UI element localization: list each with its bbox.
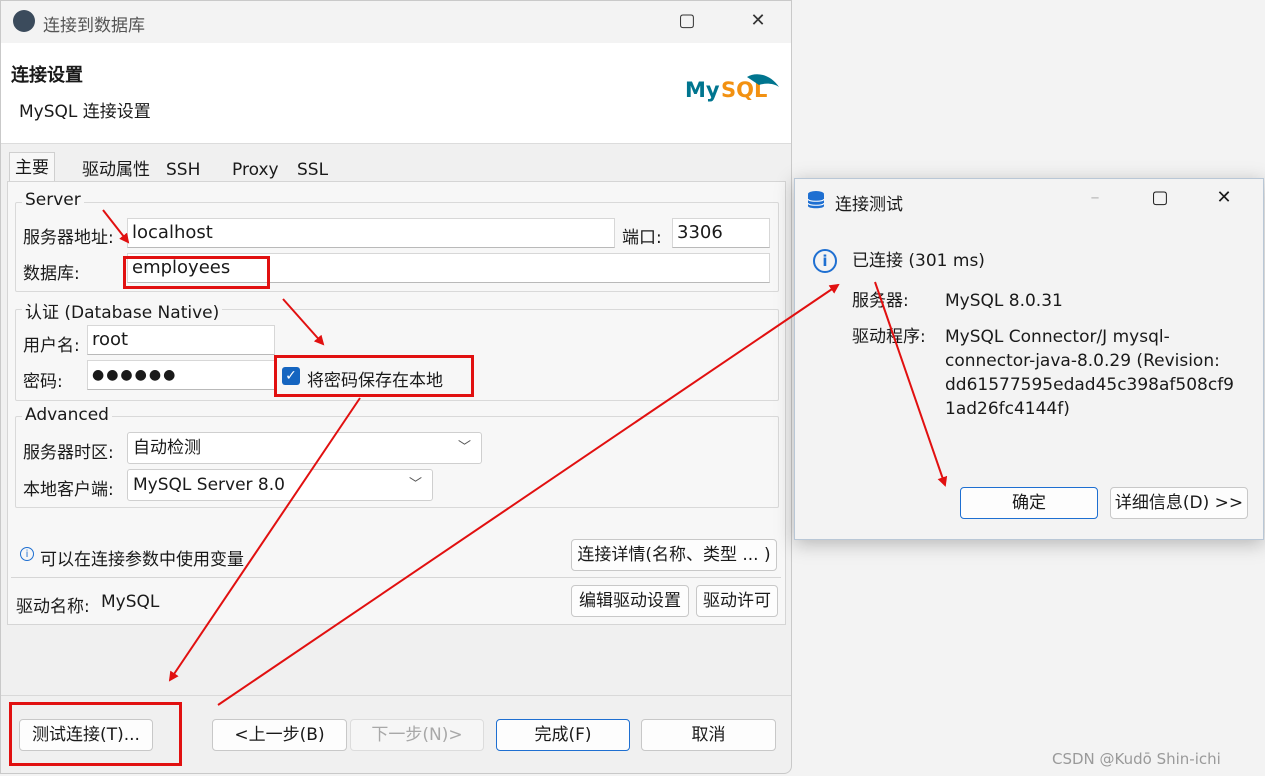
tab-ssl[interactable]: SSL <box>291 154 334 184</box>
local-client-select[interactable]: MySQL Server 8.0 ﹀ <box>127 469 433 501</box>
highlight-test-connection <box>9 702 182 766</box>
maximize-icon[interactable]: ▢ <box>1145 187 1175 211</box>
minimize-icon[interactable]: – <box>1080 187 1110 211</box>
driver-license-button[interactable]: 驱动许可 <box>696 585 778 617</box>
driver-name-value: MySQL <box>101 592 160 612</box>
ok-button[interactable]: 确定 <box>960 487 1098 519</box>
info-icon: i <box>20 547 34 561</box>
server-value: MySQL 8.0.31 <box>945 291 1063 311</box>
cancel-button[interactable]: 取消 <box>641 719 776 751</box>
test-dialog-title: 连接测试 <box>835 195 903 215</box>
close-icon[interactable]: ✕ <box>1209 187 1239 211</box>
auth-group-title: 认证 (Database Native) <box>22 298 223 323</box>
username-label: 用户名: <box>23 336 80 356</box>
details-button[interactable]: 详细信息(D) >> <box>1110 487 1248 519</box>
connection-status: 已连接 (301 ms) <box>852 251 985 271</box>
window-title: 连接到数据库 <box>43 16 145 36</box>
advanced-group-title: Advanced <box>22 405 112 425</box>
chevron-down-icon: ﹀ <box>457 440 471 455</box>
password-input[interactable]: ●●●●●● <box>87 360 275 390</box>
host-label: 服务器地址: <box>23 228 114 248</box>
svg-text:My: My <box>685 78 720 102</box>
maximize-icon[interactable]: ▢ <box>667 1 707 41</box>
page-title: 连接设置 <box>11 65 83 86</box>
driver-name-label: 驱动名称: <box>16 597 90 617</box>
watermark: CSDN @Kudō Shin-ichi <box>1052 750 1221 768</box>
server-group-title: Server <box>22 190 84 210</box>
password-label: 密码: <box>23 372 63 392</box>
chevron-down-icon: ﹀ <box>408 477 422 492</box>
database-icon <box>807 190 825 210</box>
mysql-logo: My SQL <box>685 73 785 113</box>
finish-button[interactable]: 完成(F) <box>496 719 630 751</box>
title-bar: 连接到数据库 ▢ ✕ <box>1 1 791 43</box>
timezone-label: 服务器时区: <box>23 443 114 463</box>
info-icon: i <box>813 249 837 273</box>
driver-line: 1ad26fc4144f) <box>945 399 1070 419</box>
divider <box>11 577 781 578</box>
driver-line: connector-java-8.0.29 (Revision: <box>945 351 1220 371</box>
driver-line: dd61577595edad45c398af508cf9 <box>945 375 1234 395</box>
local-client-label: 本地客户端: <box>23 480 114 500</box>
port-input[interactable]: 3306 <box>672 218 770 248</box>
tab-ssh[interactable]: SSH <box>160 154 206 184</box>
back-button[interactable]: <上一步(B) <box>212 719 347 751</box>
edit-driver-button[interactable]: 编辑驱动设置 <box>571 585 689 617</box>
connect-database-dialog: 连接到数据库 ▢ ✕ 连接设置 MySQL 连接设置 My SQL 主要 驱动属… <box>0 0 792 774</box>
close-icon[interactable]: ✕ <box>738 1 778 41</box>
timezone-select[interactable]: 自动检测 ﹀ <box>127 432 482 464</box>
header-band: 连接设置 MySQL 连接设置 My SQL <box>1 43 791 144</box>
local-client-value: MySQL Server 8.0 <box>133 475 285 495</box>
connection-test-dialog: 连接测试 – ▢ ✕ i 已连接 (301 ms) 服务器: MySQL 8.0… <box>794 178 1264 540</box>
variables-hint: 可以在连接参数中使用变量 <box>40 550 244 570</box>
tab-proxy[interactable]: Proxy <box>226 154 285 184</box>
page-subtitle: MySQL 连接设置 <box>19 102 151 122</box>
highlight-database <box>123 256 270 289</box>
highlight-save-password <box>274 355 474 397</box>
footer-separator <box>1 695 791 696</box>
next-button[interactable]: 下一步(N)> <box>350 719 484 751</box>
server-label: 服务器: <box>852 291 909 311</box>
username-input[interactable]: root <box>87 325 275 355</box>
host-input[interactable]: localhost <box>127 218 615 248</box>
tab-main[interactable]: 主要 <box>9 152 55 182</box>
tab-driver-properties[interactable]: 驱动属性 <box>76 154 156 184</box>
timezone-value: 自动检测 <box>133 438 201 458</box>
driver-label: 驱动程序: <box>852 327 926 347</box>
driver-info: MySQL Connector/J mysql- connector-java-… <box>945 325 1245 421</box>
port-label: 端口: <box>622 228 662 248</box>
database-label: 数据库: <box>23 264 80 284</box>
connection-details-button[interactable]: 连接详情(名称、类型 ... ) <box>571 539 777 571</box>
app-icon <box>13 10 35 32</box>
driver-line: MySQL Connector/J mysql- <box>945 327 1170 347</box>
